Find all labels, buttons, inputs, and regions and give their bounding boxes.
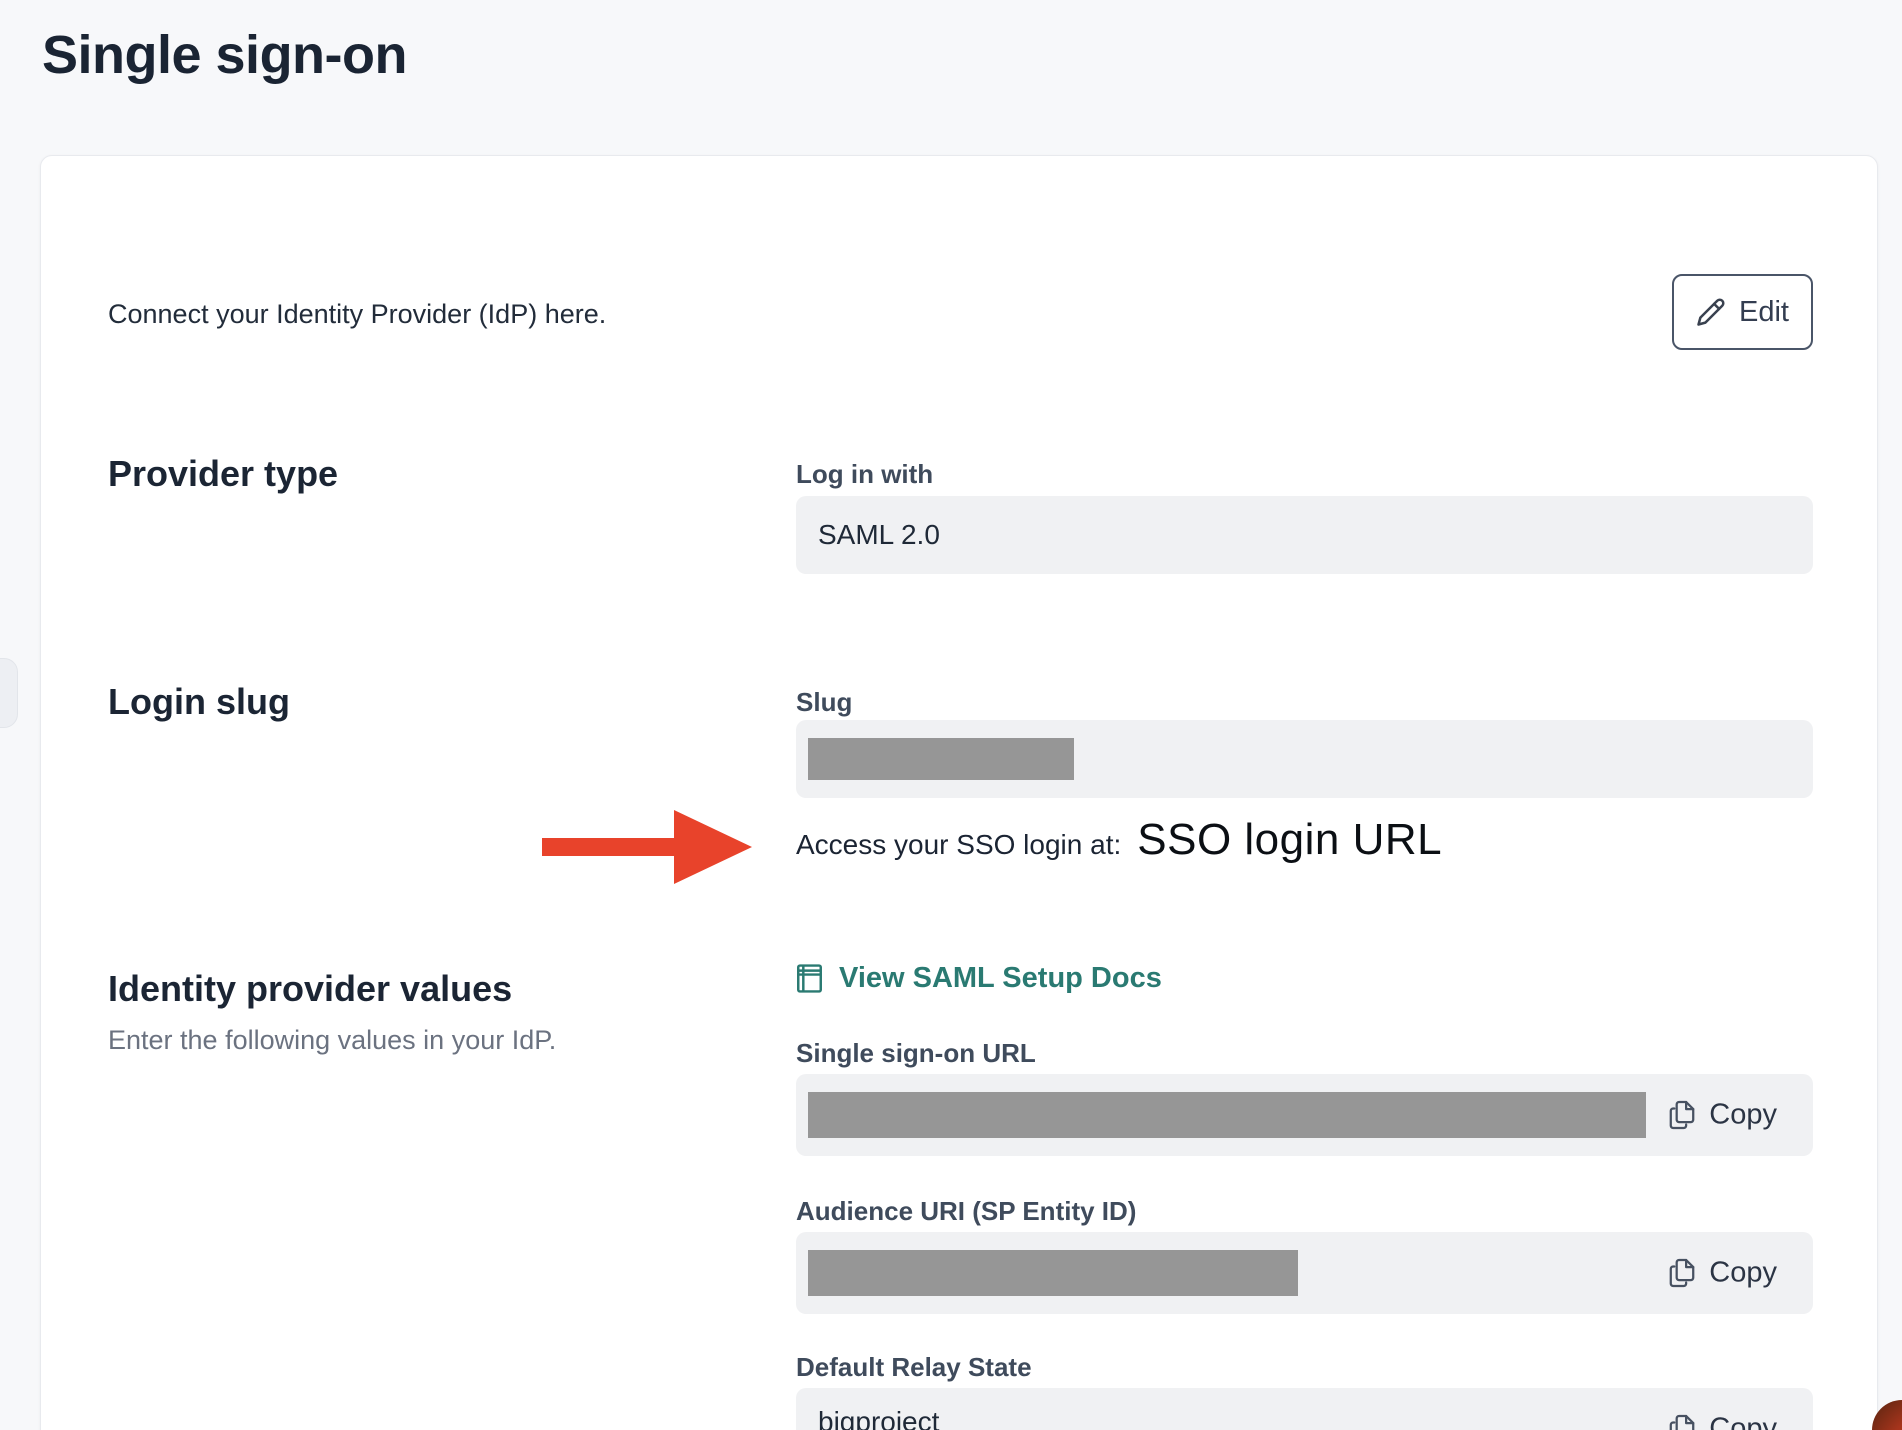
copy-icon (1669, 1100, 1695, 1131)
provider-type-field[interactable]: SAML 2.0 (796, 496, 1813, 574)
book-icon (796, 963, 823, 994)
copy-sso-url-button[interactable]: Copy (1669, 1099, 1777, 1132)
slug-label: Slug (796, 687, 852, 718)
sso-login-url-placeholder: SSO login URL (1137, 815, 1442, 864)
view-saml-docs-link[interactable]: View SAML Setup Docs (796, 962, 1162, 995)
access-login-label: Access your SSO login at: (796, 829, 1121, 860)
copy-button-label: Copy (1709, 1099, 1777, 1132)
provider-type-value: SAML 2.0 (818, 519, 940, 551)
default-relay-state-value: bigproject (818, 1406, 939, 1430)
idp-values-subheading: Enter the following values in your IdP. (108, 1025, 556, 1056)
edit-button-label: Edit (1739, 296, 1789, 329)
drawer-handle[interactable] (0, 658, 18, 728)
redacted-sso-url-value (808, 1092, 1646, 1138)
intro-text: Connect your Identity Provider (IdP) her… (108, 299, 606, 330)
copy-icon (1669, 1258, 1695, 1289)
access-login-row: Access your SSO login at: SSO login URL (796, 815, 1442, 865)
audience-uri-field[interactable]: Copy (796, 1232, 1813, 1314)
sso-url-label: Single sign-on URL (796, 1038, 1036, 1069)
idp-values-heading: Identity provider values (108, 968, 512, 1010)
pencil-icon (1696, 297, 1726, 327)
sso-settings-card: Connect your Identity Provider (IdP) her… (40, 155, 1878, 1430)
login-with-label: Log in with (796, 459, 933, 490)
copy-relay-state-button[interactable]: Copy (1669, 1413, 1777, 1430)
page-title: Single sign-on (42, 24, 407, 86)
edit-button[interactable]: Edit (1672, 274, 1813, 350)
annotation-arrow-icon (542, 810, 751, 884)
slug-field[interactable] (796, 720, 1813, 798)
copy-button-label: Copy (1709, 1413, 1777, 1430)
redacted-slug-value (808, 738, 1074, 780)
copy-audience-uri-button[interactable]: Copy (1669, 1257, 1777, 1290)
sso-url-field[interactable]: Copy (796, 1074, 1813, 1156)
provider-type-heading: Provider type (108, 453, 338, 495)
login-slug-heading: Login slug (108, 681, 290, 723)
view-saml-docs-label: View SAML Setup Docs (839, 962, 1162, 995)
redacted-audience-uri-value (808, 1250, 1298, 1296)
default-relay-state-label: Default Relay State (796, 1352, 1032, 1383)
audience-uri-label: Audience URI (SP Entity ID) (796, 1196, 1136, 1227)
copy-icon (1669, 1414, 1695, 1430)
copy-button-label: Copy (1709, 1257, 1777, 1290)
default-relay-state-field[interactable]: bigproject Copy (796, 1388, 1813, 1430)
